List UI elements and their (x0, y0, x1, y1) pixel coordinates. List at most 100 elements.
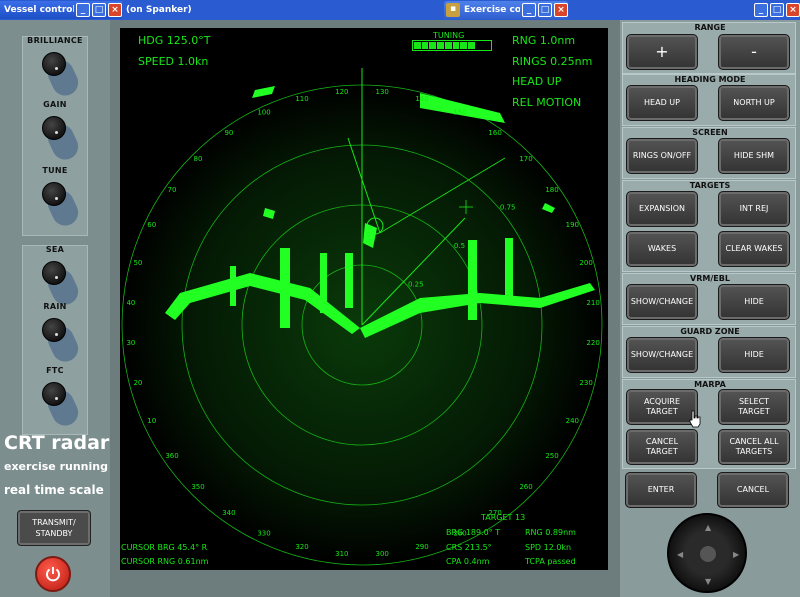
knob-gain[interactable]: GAIN (22, 100, 88, 164)
tuning-bar (412, 40, 492, 51)
trackball-joystick[interactable]: ▲ ▼ ◀ ▶ (667, 513, 747, 593)
bearing-label: 50 (133, 259, 142, 267)
tuning-segment (444, 42, 452, 49)
minimize-icon[interactable]: _ (76, 3, 90, 17)
target-speed: SPD 12.0kn (525, 543, 572, 552)
knob-indicator (55, 276, 58, 279)
button-label: CANCEL (645, 437, 679, 446)
transmit-standby-button[interactable]: TRANSMIT/STANDBY (17, 510, 91, 546)
radar-screen[interactable]: 10 20 30 40 50 60 70 80 90 100 110 120 130 140 150 160 1… (120, 28, 608, 570)
knob-rain[interactable]: RAIN (22, 302, 88, 366)
rings-toggle-button[interactable]: RINGS ON/OFF (626, 138, 698, 174)
select-target-button[interactable]: SELECT TARGET (718, 389, 790, 425)
screen-group: SCREEN RINGS ON/OFF HIDE SHM (622, 127, 796, 179)
bearing-label: 120 (335, 88, 348, 96)
bearing-label: 260 (519, 483, 532, 491)
minimize-icon[interactable]: _ (522, 3, 536, 17)
close-icon[interactable]: × (108, 3, 122, 17)
knob-dial[interactable] (42, 382, 66, 406)
knob-label: SEA (45, 245, 65, 254)
close-icon[interactable]: × (554, 3, 568, 17)
hide-shm-button[interactable]: HIDE SHM (718, 138, 790, 174)
vrm-hide-button[interactable]: HIDE (718, 284, 790, 320)
target-course: CRS 213.5° (446, 543, 492, 552)
knob-indicator (55, 131, 58, 134)
power-button[interactable] (35, 556, 71, 592)
enter-button[interactable]: ENTER (625, 472, 697, 508)
main-window-controls: _ □ × (752, 1, 800, 19)
bearing-label: 170 (519, 155, 532, 163)
bearing-label: 40 (126, 299, 135, 307)
button-label: SELECT (738, 397, 770, 406)
knob-label: GAIN (43, 100, 67, 109)
joystick-knob[interactable] (700, 546, 716, 562)
group-title: HEADING MODE (674, 75, 746, 84)
target-range: RNG 0.89nm (525, 528, 576, 537)
knob-dial[interactable] (42, 116, 66, 140)
knob-dial[interactable] (42, 52, 66, 76)
clear-wakes-button[interactable]: CLEAR WAKES (718, 231, 790, 267)
knob-indicator (55, 333, 58, 336)
guard-show-change-button[interactable]: SHOW/CHANGE (626, 337, 698, 373)
targets-group: TARGETS EXPANSION INT REJ WAKES CLEAR WA… (622, 180, 796, 272)
echo-structure (280, 248, 290, 328)
knob-tune[interactable]: TUNE (22, 166, 88, 230)
knob-dial[interactable] (42, 261, 66, 285)
range-decrease-button[interactable]: - (718, 34, 790, 70)
target-tcpa: TCPA passed (525, 557, 576, 566)
vessel-control-titlebar[interactable]: Vessel control _ □ × (0, 1, 122, 19)
button-label: TARGET (646, 447, 678, 456)
window-title: Exercise cont... (464, 5, 520, 15)
bearing-label: 240 (566, 417, 579, 425)
maximize-icon[interactable]: □ (770, 3, 784, 17)
range-group: RANGE + - (622, 22, 796, 74)
close-icon[interactable]: × (786, 3, 800, 17)
expansion-button[interactable]: EXPANSION (626, 191, 698, 227)
ring-label: 0.75 (500, 203, 516, 211)
spanker-titlebar[interactable]: (on Spanker) (122, 1, 442, 19)
standby-label: STANDBY (35, 529, 73, 538)
exercise-control-titlebar[interactable]: ▪ Exercise cont... _ □ × (444, 1, 568, 19)
tuning-segment (437, 42, 444, 49)
knob-dial[interactable] (42, 318, 66, 342)
knob-sea[interactable]: SEA (22, 245, 88, 309)
acquire-target-button[interactable]: ACQUIRE TARGET (626, 389, 698, 425)
cancel-target-button[interactable]: CANCEL TARGET (626, 429, 698, 465)
bearing-label: 300 (376, 550, 389, 558)
tuning-segment (476, 42, 483, 49)
bearing-label: 130 (376, 88, 389, 96)
knob-brilliance[interactable]: BRILLIANCE (22, 36, 88, 100)
group-title: TARGETS (689, 181, 731, 190)
echo-structure (468, 240, 477, 320)
time-scale-label: real time scale (4, 483, 104, 497)
maximize-icon[interactable]: □ (538, 3, 552, 17)
cancel-all-targets-button[interactable]: CANCEL ALL TARGETS (718, 429, 790, 465)
minimize-icon[interactable]: _ (754, 3, 768, 17)
echo-structure (320, 253, 327, 313)
knob-label: TUNE (42, 166, 68, 175)
head-up-button[interactable]: HEAD UP (626, 85, 698, 121)
button-label: TARGET (738, 407, 770, 416)
wakes-button[interactable]: WAKES (626, 231, 698, 267)
knob-ftc[interactable]: FTC (22, 366, 88, 430)
maximize-icon[interactable]: □ (92, 3, 106, 17)
bearing-label: 10 (147, 417, 156, 425)
bearing-label: 250 (545, 452, 558, 460)
motion-mode-readout: REL MOTION (512, 96, 582, 109)
guard-hide-button[interactable]: HIDE (718, 337, 790, 373)
bearing-label: 330 (257, 529, 270, 537)
bearing-label: 100 (257, 109, 270, 117)
int-rej-button[interactable]: INT REJ (718, 191, 790, 227)
north-up-button[interactable]: NORTH UP (718, 85, 790, 121)
cancel-button[interactable]: CANCEL (717, 472, 789, 508)
knob-dial[interactable] (42, 182, 66, 206)
radar-ppi[interactable]: 10 20 30 40 50 60 70 80 90 100 110 120 130 140 150 160 1… (120, 28, 608, 570)
echo-coast-north (252, 86, 275, 98)
tuning-segment (429, 42, 437, 49)
window-title: Vessel control (4, 5, 74, 15)
vrm-show-change-button[interactable]: SHOW/CHANGE (626, 284, 698, 320)
range-increase-button[interactable]: + (626, 34, 698, 70)
button-label: CANCEL ALL (729, 437, 779, 446)
power-icon (46, 567, 60, 582)
knob-label: RAIN (43, 302, 67, 311)
